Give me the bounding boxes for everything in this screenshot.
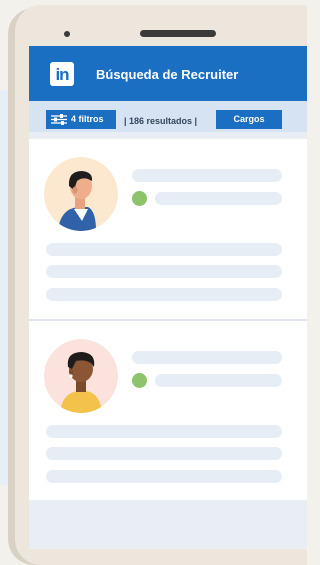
- filters-button[interactable]: 4 filtros: [46, 110, 116, 129]
- candidate-avatar: [44, 339, 118, 413]
- camera-icon: [64, 31, 70, 37]
- filters-label: 4 filtros: [71, 114, 104, 124]
- app-header: in Búsqueda de Recruiter: [29, 46, 307, 101]
- online-status-icon: [132, 373, 147, 388]
- cargos-button[interactable]: Cargos: [216, 110, 282, 129]
- search-toolbar: 4 filtros | 186 resultados | Cargos: [29, 101, 307, 132]
- placeholder-line: [155, 192, 282, 205]
- app-screen: in Búsqueda de Recruiter 4 filtros | 186…: [29, 46, 307, 549]
- placeholder-line: [46, 243, 282, 256]
- placeholder-line: [46, 470, 282, 483]
- online-status-icon: [132, 191, 147, 206]
- linkedin-logo-icon: in: [50, 62, 74, 86]
- results-count: | 186 resultados |: [124, 116, 198, 126]
- candidate-card[interactable]: [29, 139, 307, 319]
- page-title: Búsqueda de Recruiter: [96, 67, 239, 82]
- sliders-icon: [51, 114, 67, 125]
- candidate-card[interactable]: [29, 321, 307, 500]
- candidate-avatar: [44, 157, 118, 231]
- placeholder-line: [46, 425, 282, 438]
- placeholder-line: [46, 288, 282, 301]
- placeholder-line: [155, 374, 282, 387]
- speaker-grille: [140, 30, 216, 37]
- placeholder-line: [46, 447, 282, 460]
- placeholder-line: [132, 351, 282, 364]
- placeholder-line: [46, 265, 282, 278]
- placeholder-line: [132, 169, 282, 182]
